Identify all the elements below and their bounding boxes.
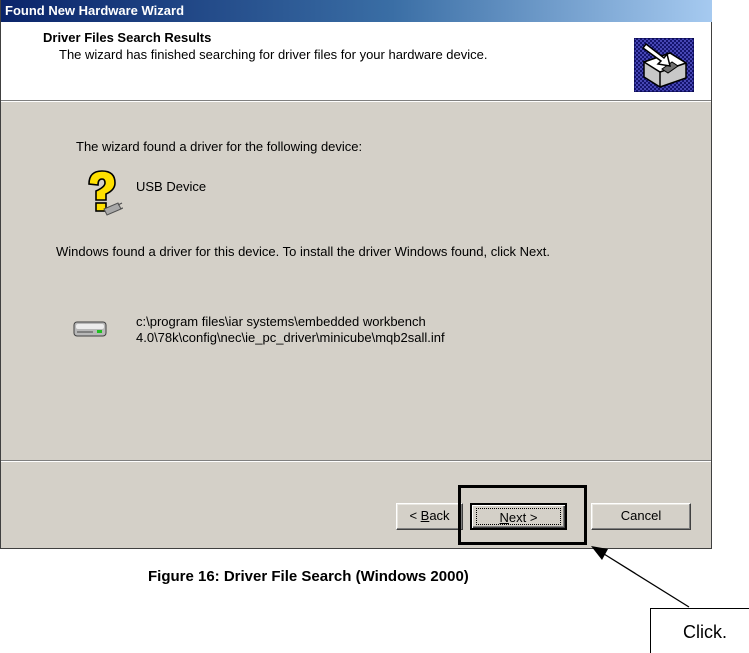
back-rest: ack	[429, 508, 450, 523]
hardware-wizard-icon	[634, 38, 694, 92]
found-driver-text: The wizard found a driver for the follow…	[76, 139, 363, 154]
wizard-dialog: Found New Hardware Wizard Driver Files S…	[0, 0, 712, 549]
title-bar[interactable]: Found New Hardware Wizard	[1, 0, 712, 22]
page-subtitle: The wizard has finished searching for dr…	[59, 47, 488, 62]
figure-caption: Figure 16: Driver File Search (Windows 2…	[148, 568, 469, 585]
driver-path-line-2: 4.0\78k\config\nec\ie_pc_driver\minicube…	[136, 330, 445, 345]
callout-arrow-line	[603, 553, 690, 608]
callout-label: Click.	[683, 622, 727, 642]
driver-path-line-1: c:\program files\iar systems\embedded wo…	[136, 314, 426, 329]
page-heading: Driver Files Search Results	[43, 30, 212, 45]
back-button[interactable]: < Back	[396, 503, 463, 530]
wizard-header: Driver Files Search Results The wizard h…	[1, 22, 711, 101]
document-page: Found New Hardware Wizard Driver Files S…	[0, 0, 749, 653]
device-name: USB Device	[136, 179, 207, 194]
window-title: Found New Hardware Wizard	[5, 3, 185, 18]
next-highlight-box	[458, 485, 587, 545]
callout-box: Click.	[650, 608, 749, 653]
button-separator	[1, 460, 711, 462]
cancel-button[interactable]: Cancel	[591, 503, 691, 530]
drive-icon	[73, 321, 107, 337]
unknown-device-icon	[88, 170, 123, 216]
back-prefix: <	[409, 508, 421, 523]
instruction-text: Windows found a driver for this device. …	[56, 244, 550, 259]
